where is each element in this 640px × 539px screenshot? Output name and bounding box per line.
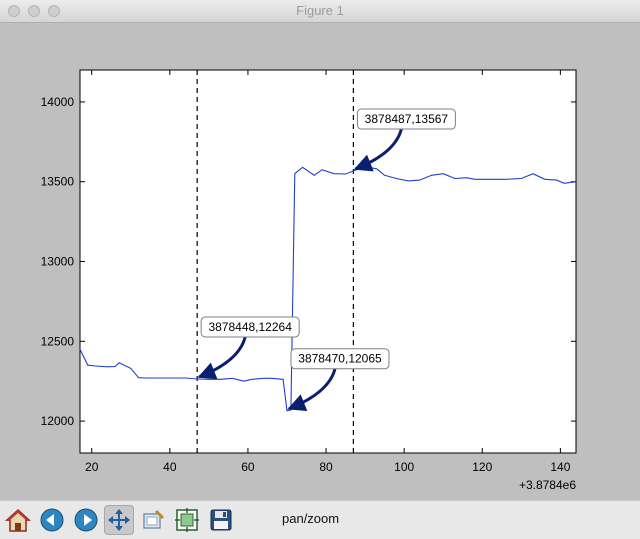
x-tick-label: 120: [472, 460, 492, 474]
window-title: Figure 1: [296, 3, 344, 18]
x-tick-label: 20: [85, 460, 99, 474]
zoom-rect-icon: [143, 509, 165, 529]
move-arrows-icon: [108, 509, 130, 531]
back-button[interactable]: [37, 505, 67, 535]
back-arrow-icon: [40, 508, 64, 532]
x-tick-label: 80: [319, 460, 333, 474]
navigation-toolbar: pan/zoom: [0, 500, 640, 539]
floppy-disk-icon: [210, 509, 232, 531]
plot-svg[interactable]: 20 40 60 80 100 120 140 12000 12500 13000 13500 140…: [0, 23, 640, 500]
axes-background[interactable]: [79, 69, 577, 454]
forward-button[interactable]: [71, 505, 101, 535]
y-tick-label: 12000: [41, 414, 75, 428]
y-tick-label: 13500: [41, 175, 75, 189]
toolbar-message: pan/zoom: [282, 511, 340, 526]
y-tick-label: 12500: [41, 334, 75, 348]
x-tick-label: 100: [394, 460, 414, 474]
window-titlebar[interactable]: Figure 1: [0, 0, 640, 23]
y-tick-label: 14000: [41, 95, 75, 109]
subplots-icon: [175, 508, 199, 532]
annotation-label: 3878487,13567: [365, 112, 449, 126]
y-tick-label: 13000: [41, 255, 75, 269]
x-tick-label: 60: [241, 460, 255, 474]
subplots-button[interactable]: [172, 505, 202, 535]
x-offset-label: +3.8784e6: [519, 478, 576, 492]
annotation-label: 3878448,12264: [208, 320, 292, 334]
home-icon: [5, 508, 31, 532]
home-button[interactable]: [3, 505, 33, 535]
save-button[interactable]: [206, 505, 236, 535]
x-tick-label: 140: [550, 460, 570, 474]
zoom-button[interactable]: [138, 505, 168, 535]
annotation-label: 3878470,12065: [298, 352, 382, 366]
forward-arrow-icon: [74, 508, 98, 532]
pan-button[interactable]: [104, 505, 134, 535]
x-tick-label: 40: [163, 460, 177, 474]
